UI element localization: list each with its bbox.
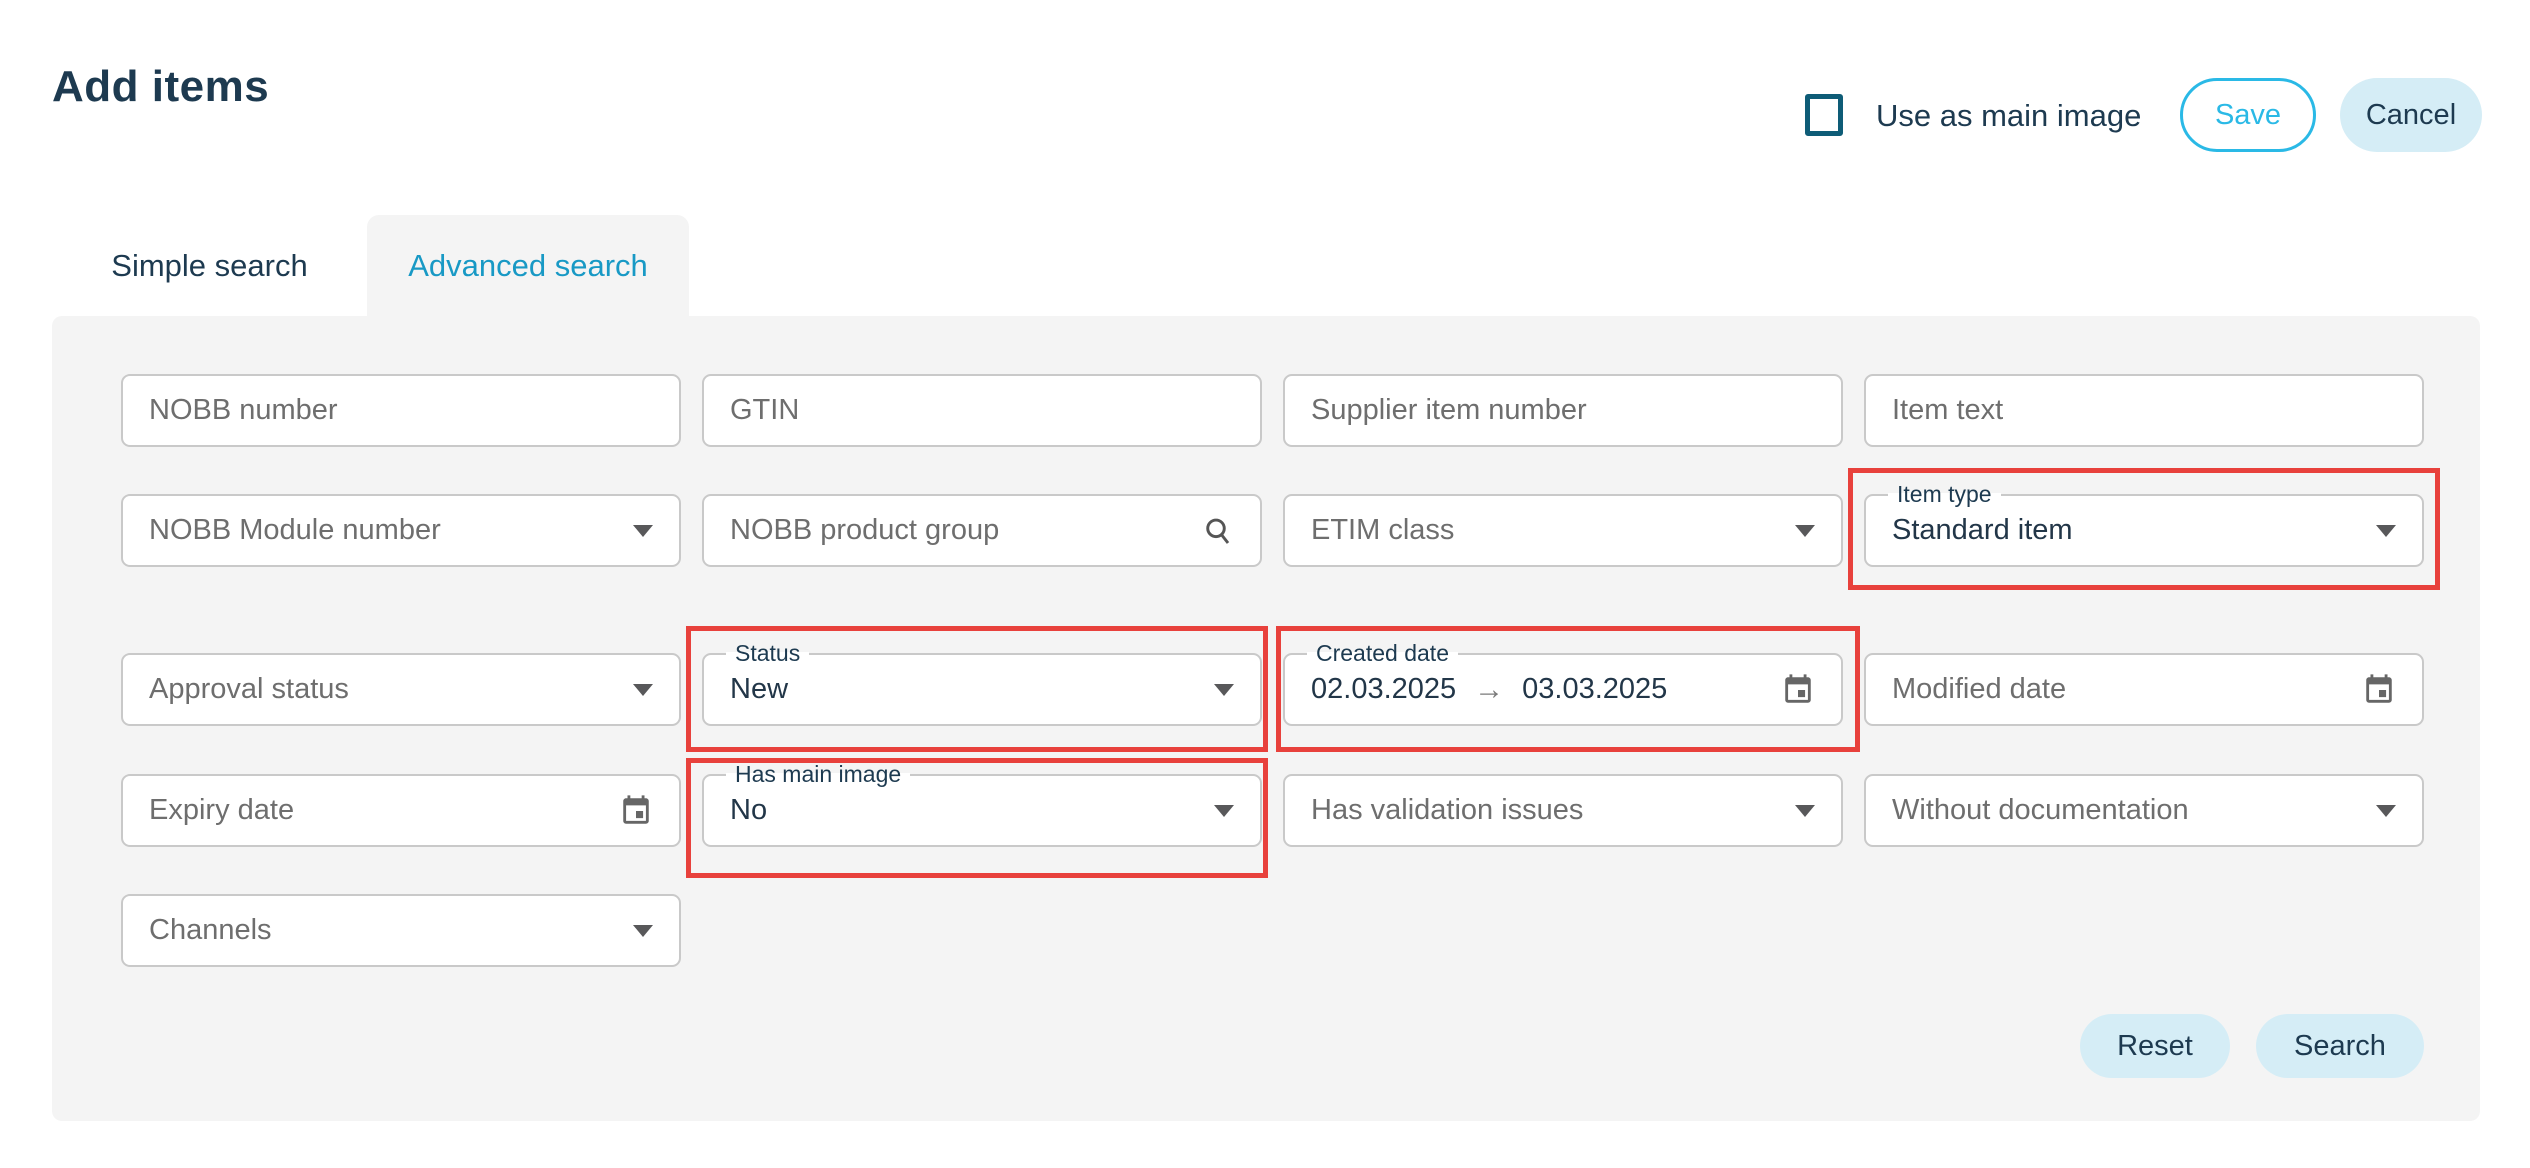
nobb-number-field[interactable] [121, 374, 681, 447]
page-title: Add items [52, 62, 269, 112]
search-tabs: Simple search Advanced search [52, 215, 689, 316]
chevron-down-icon [1795, 805, 1815, 817]
save-button[interactable]: Save [2180, 78, 2316, 152]
add-items-dialog: Add items Use as main image Save Cancel … [0, 0, 2530, 1168]
gtin-field[interactable] [702, 374, 1262, 447]
gtin-input[interactable] [730, 376, 1234, 445]
created-date-to[interactable]: 03.03.2025 [1522, 673, 1667, 706]
arrow-right-icon: → [1474, 673, 1504, 707]
tab-simple-search[interactable]: Simple search [52, 215, 367, 316]
chevron-down-icon [633, 525, 653, 537]
approval-status-dropdown[interactable]: Approval status [121, 653, 681, 726]
chevron-down-icon [2376, 805, 2396, 817]
expiry-date-placeholder: Expiry date [149, 794, 294, 827]
channels-placeholder: Channels [149, 914, 272, 947]
advanced-search-panel: NOBB Module number NOBB product group ET… [52, 316, 2480, 1121]
has-validation-issues-dropdown[interactable]: Has validation issues [1283, 774, 1843, 847]
channels-dropdown[interactable]: Channels [121, 894, 681, 967]
item-type-label: Item type [1888, 481, 2001, 507]
status-label: Status [726, 640, 809, 666]
nobb-module-number-placeholder: NOBB Module number [149, 514, 441, 547]
use-as-main-image-checkbox[interactable] [1805, 94, 1843, 136]
modified-date-placeholder: Modified date [1892, 673, 2066, 706]
supplier-item-number-input[interactable] [1311, 376, 1815, 445]
created-date-field[interactable]: Created date 02.03.2025 → 03.03.2025 [1283, 653, 1843, 726]
chevron-down-icon [1214, 805, 1234, 817]
modified-date-field[interactable]: Modified date [1864, 653, 2424, 726]
item-text-input[interactable] [1892, 376, 2396, 445]
status-dropdown[interactable]: Status New [702, 653, 1262, 726]
item-type-value: Standard item [1892, 514, 2073, 547]
item-type-dropdown[interactable]: Item type Standard item [1864, 494, 2424, 567]
search-button[interactable]: Search [2256, 1014, 2424, 1078]
status-value: New [730, 673, 788, 706]
has-main-image-value: No [730, 794, 767, 827]
etim-class-placeholder: ETIM class [1311, 514, 1454, 547]
created-date-label: Created date [1307, 640, 1458, 666]
nobb-module-number-dropdown[interactable]: NOBB Module number [121, 494, 681, 567]
cancel-button[interactable]: Cancel [2340, 78, 2482, 152]
tab-advanced-search[interactable]: Advanced search [367, 215, 689, 316]
nobb-number-input[interactable] [149, 376, 653, 445]
created-date-from[interactable]: 02.03.2025 [1311, 673, 1456, 706]
etim-class-dropdown[interactable]: ETIM class [1283, 494, 1843, 567]
calendar-icon[interactable] [619, 793, 653, 829]
has-main-image-label: Has main image [726, 761, 910, 787]
calendar-icon[interactable] [1781, 672, 1815, 708]
chevron-down-icon [633, 925, 653, 937]
chevron-down-icon [633, 684, 653, 696]
has-validation-issues-placeholder: Has validation issues [1311, 794, 1583, 827]
calendar-icon[interactable] [2362, 672, 2396, 708]
without-documentation-dropdown[interactable]: Without documentation [1864, 774, 2424, 847]
chevron-down-icon [1214, 684, 1234, 696]
without-documentation-placeholder: Without documentation [1892, 794, 2189, 827]
expiry-date-field[interactable]: Expiry date [121, 774, 681, 847]
chevron-down-icon [2376, 525, 2396, 537]
search-icon[interactable] [1202, 515, 1234, 547]
chevron-down-icon [1795, 525, 1815, 537]
reset-button[interactable]: Reset [2080, 1014, 2230, 1078]
has-main-image-dropdown[interactable]: Has main image No [702, 774, 1262, 847]
supplier-item-number-field[interactable] [1283, 374, 1843, 447]
use-as-main-image-label: Use as main image [1876, 98, 2141, 134]
item-text-field[interactable] [1864, 374, 2424, 447]
nobb-product-group-placeholder: NOBB product group [730, 514, 999, 547]
nobb-product-group-field[interactable]: NOBB product group [702, 494, 1262, 567]
approval-status-placeholder: Approval status [149, 673, 349, 706]
